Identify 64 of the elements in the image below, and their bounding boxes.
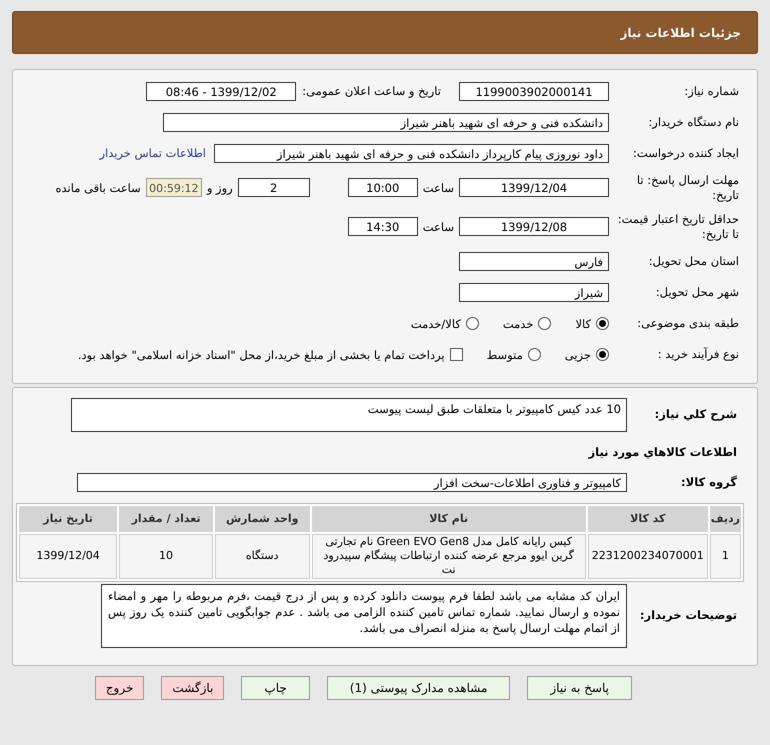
section-heading: اطلاعات کالاهاي مورد نياز — [588, 444, 737, 459]
column-header: کد کالا — [588, 506, 708, 532]
announce-date-field: 1399/12/02 - 08:46 — [146, 82, 296, 100]
field-label: نوع فرآیند خرید : — [656, 347, 739, 362]
field-label: استان محل تحویل: — [648, 254, 739, 270]
table-cell: دستگاه — [214, 534, 310, 579]
field-label: شهر محل تحویل: — [654, 285, 739, 300]
goods-group-field: کامپیوتر و فناوری اطلاعات-سخت افزار — [77, 473, 627, 492]
radio-button[interactable] — [466, 317, 479, 330]
countdown-field: 00:59:12 — [146, 178, 202, 198]
column-header: تعداد / مقدار — [119, 506, 213, 532]
table-cell: کیس رایانه کامل مدل Green EVO Gen8 نام تجارتی گرین ایوو مرجع عرضه کننده ارتباطات پیشگام سپیدرود نت — [312, 534, 586, 579]
radio-label: متوسط — [486, 348, 523, 362]
action-button[interactable]: خروج — [94, 676, 144, 700]
deadline-date-field: 1399/12/04 — [459, 178, 609, 198]
action-button[interactable]: بازگشت — [161, 676, 224, 700]
field-label: نام دستگاه خریدار: — [647, 114, 739, 130]
field-label: شماره نیاز: — [683, 84, 739, 98]
remaining-label: ساعت باقی مانده — [56, 180, 141, 195]
radio-button[interactable] — [538, 317, 552, 330]
deadline-time-field: 10:00 — [348, 178, 418, 198]
checkbox-label: پرداخت تمام یا بخشی از مبلغ خرید،از محل "اسناد خزانه اسلامی" خواهد بود. — [78, 348, 445, 362]
table-cell: 1399/12/04 — [19, 534, 118, 579]
radio-label: جزیی — [564, 348, 591, 362]
radio-button[interactable] — [596, 317, 609, 330]
description-field: 10 عدد کیس کامپیوتر با متعلقات طبق لیست پیوست — [71, 398, 627, 432]
time-label: ساعت — [422, 220, 454, 234]
need-number-field: 1199003902000141 — [459, 82, 609, 100]
column-header: واحد شمارش — [214, 506, 310, 532]
field-label: طبقه بندی موضوعی: — [636, 316, 739, 332]
action-button[interactable]: مشاهده مدارک پیوستی (1) — [326, 676, 510, 700]
field-label: شرح کلي نياز: — [654, 407, 737, 422]
checkbox[interactable] — [450, 348, 463, 362]
action-button[interactable]: چاپ — [241, 676, 310, 700]
field-label: حداقل تاریخ اعتبار قیمت: تا تاریخ: — [616, 212, 739, 242]
radio-label: کالا — [575, 316, 591, 331]
time-label: ساعت — [422, 180, 454, 195]
page-title: جزئیات اطلاعات نیاز — [620, 26, 741, 40]
contact-link[interactable]: اطلاعات تماس خریدار — [99, 146, 206, 160]
table-cell: 2231200234070001 — [588, 534, 708, 579]
action-button[interactable]: پاسخ به نیاز — [527, 676, 632, 700]
radio-label: کالا/خدمت — [410, 316, 461, 331]
field-label: توضیحات خریدار: — [638, 608, 737, 624]
field-label: تاریخ و ساعت اعلان عمومی: — [302, 84, 441, 98]
creator-field: داود نوروزی پیام کارپرداز دانشکده فنی و حرفه ای شهید باهنر شیراز — [214, 144, 609, 162]
table-cell: 1 — [710, 534, 741, 579]
province-field: فارس — [459, 252, 609, 272]
days-field: 2 — [238, 178, 310, 198]
column-header: نام کالا — [312, 506, 586, 532]
city-field: شیراز — [459, 283, 609, 302]
notes-field: ایران کد مشابه می باشد لطفا فرم پیوست دانلود کرده و پس از درج قیمت ،فرم مربوطه را مهر و امضاء نموده و ارسال نمایید. شماره تماس تامین کننده الزامی می باشد . عدم جوابگویی تامین کننده یک روز پس از اتمام مهلت ارسال پاسخ به منزله انصراف می باشد. — [101, 584, 627, 648]
validity-time-field: 14:30 — [348, 217, 418, 236]
validity-date-field: 1399/12/08 — [459, 217, 609, 236]
radio-button[interactable] — [596, 348, 609, 362]
column-header: ردیف — [710, 506, 741, 532]
field-label: مهلت ارسال پاسخ: تا تاریخ: — [636, 173, 739, 203]
field-label: گروه کالا: — [680, 475, 737, 490]
column-header: تاریخ نیاز — [19, 506, 118, 532]
field-label: ایجاد کننده درخواست: — [632, 146, 739, 160]
radio-button[interactable] — [528, 348, 541, 362]
radio-label: خدمت — [502, 316, 534, 331]
buyer-field: دانشکده فنی و حرفه ای شهید باهنر شیراز — [163, 112, 609, 132]
table-cell: 10 — [119, 534, 213, 579]
days-label: روز و — [206, 180, 233, 195]
